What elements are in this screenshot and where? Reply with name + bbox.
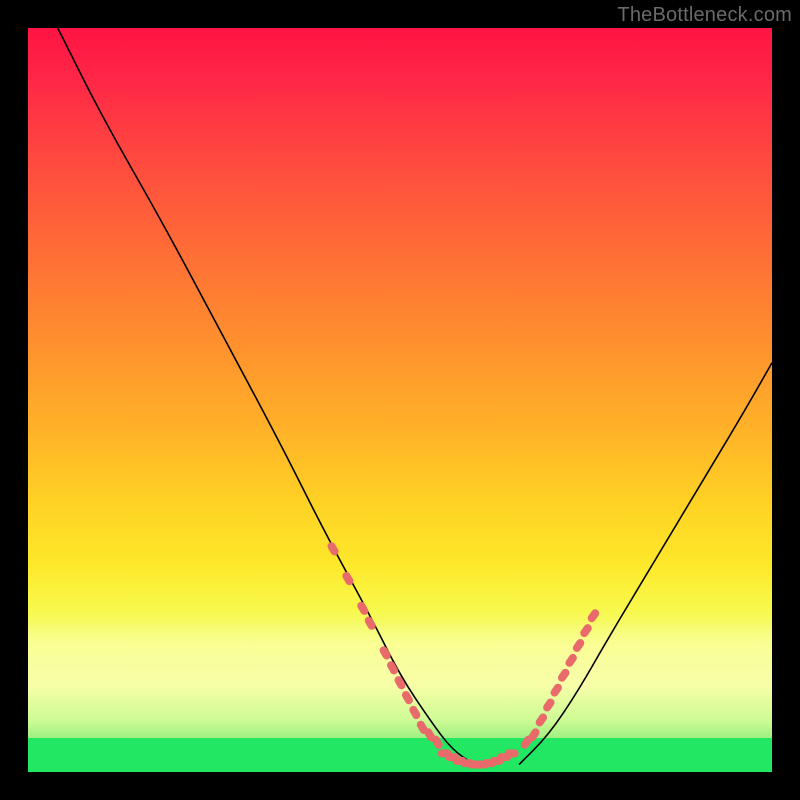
data-marker xyxy=(542,697,557,713)
data-marker xyxy=(549,682,564,698)
data-marker xyxy=(378,645,392,661)
data-marker xyxy=(571,637,586,653)
data-marker xyxy=(505,749,519,757)
data-marker xyxy=(564,652,579,668)
data-marker xyxy=(408,704,422,720)
right-curve xyxy=(519,363,772,765)
data-marker xyxy=(356,600,370,616)
data-marker xyxy=(556,667,571,683)
chart-paths xyxy=(58,28,772,765)
watermark-text: TheBottleneck.com xyxy=(617,4,792,27)
data-marker xyxy=(579,623,594,639)
chart-markers xyxy=(326,541,601,769)
data-marker xyxy=(326,541,340,557)
data-marker xyxy=(586,608,601,624)
data-marker xyxy=(363,615,377,631)
curve-layer xyxy=(28,28,772,772)
data-marker xyxy=(400,690,414,706)
data-marker xyxy=(534,712,549,728)
chart-frame: TheBottleneck.com xyxy=(0,0,800,800)
left-curve xyxy=(58,28,475,765)
plot-area xyxy=(28,28,772,772)
